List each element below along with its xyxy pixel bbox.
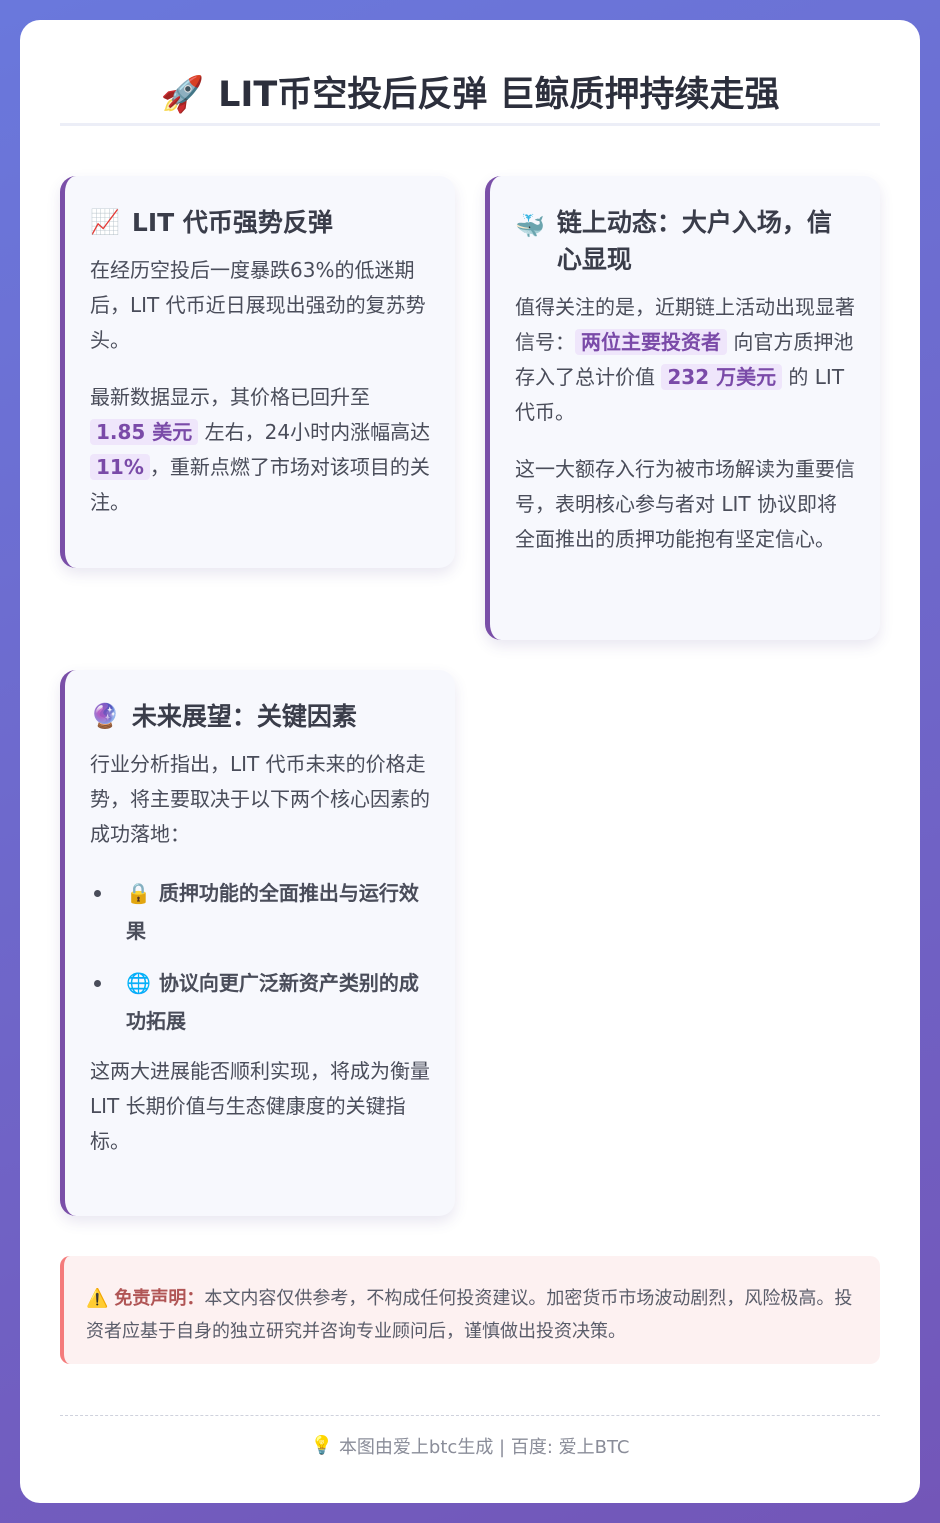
- section-title: 🐳 链上动态：大户入场，信心显现: [515, 204, 856, 278]
- chart-up-icon: 📈: [90, 208, 120, 236]
- highlight-amount: 232 万美元: [661, 364, 783, 390]
- rocket-icon: 🚀: [160, 75, 205, 115]
- footer: 💡 本图由爱上btc生成 | 百度: 爱上BTC: [60, 1415, 880, 1475]
- whale-icon: 🐳: [515, 212, 545, 240]
- section-outlook: 🔮 未来展望：关键因素 行业分析指出，LIT 代币未来的价格走势，将主要取决于以…: [60, 670, 455, 1216]
- disclaimer-label: 免责声明：: [114, 1288, 205, 1309]
- section-title-text: 未来展望：关键因素: [131, 702, 357, 731]
- list-item: 🔒 质押功能的全面推出与运行效果: [90, 874, 431, 950]
- list-item-text: 协议向更广泛新资产类别的成功拓展: [126, 971, 419, 1033]
- text-fragment: 左右，24小时内涨幅高达: [198, 420, 431, 444]
- warning-icon: ⚠️: [86, 1288, 109, 1309]
- section-title-text: LIT 代币强势反弹: [131, 208, 333, 237]
- section-title: 📈 LIT 代币强势反弹: [90, 204, 431, 241]
- section-price-rebound: 📈 LIT 代币强势反弹 在经历空投后一度暴跌63%的低迷期后，LIT 代币近日…: [60, 176, 455, 568]
- lock-icon: 🔒: [126, 881, 151, 905]
- crystal-ball-icon: 🔮: [90, 702, 120, 730]
- section-paragraph: 这一大额存入行为被市场解读为重要信号，表明核心参与者对 LIT 协议即将全面推出…: [515, 457, 855, 551]
- page-title: 🚀 LIT币空投后反弹 巨鲸质押持续走强: [161, 66, 780, 117]
- disclaimer-box: ⚠️ 免责声明：本文内容仅供参考，不构成任何投资建议。加密货币市场波动剧烈，风险极…: [60, 1256, 880, 1364]
- list-item-text: 质押功能的全面推出与运行效果: [126, 881, 419, 943]
- section-title: 🔮 未来展望：关键因素: [90, 698, 431, 735]
- text-fragment: 最新数据显示，其价格已回升至: [90, 385, 370, 409]
- section-paragraph: 行业分析指出，LIT 代币未来的价格走势，将主要取决于以下两个核心因素的成功落地…: [90, 752, 430, 846]
- section-paragraph: 最新数据显示，其价格已回升至 1.85 美元 左右，24小时内涨幅高达 11%，…: [90, 380, 431, 520]
- section-paragraph: 这两大进展能否顺利实现，将成为衡量 LIT 长期价值与生态健康度的关键指标。: [90, 1059, 430, 1153]
- factor-list: 🔒 质押功能的全面推出与运行效果 🌐 协议向更广泛新资产类别的成功拓展: [90, 874, 431, 1040]
- section-onchain: 🐳 链上动态：大户入场，信心显现 值得关注的是，近期链上活动出现显著信号： 两位主…: [485, 176, 880, 640]
- lightbulb-icon: 💡: [310, 1435, 333, 1456]
- highlight-percent: 11%: [90, 454, 150, 480]
- highlight-price: 1.85 美元: [90, 419, 199, 445]
- page-title-text: LIT币空投后反弹 巨鲸质押持续走强: [218, 75, 780, 115]
- section-paragraph: 值得关注的是，近期链上活动出现显著信号： 两位主要投资者 向官方质押池存入了总计价…: [515, 290, 856, 430]
- highlight-investors: 两位主要投资者: [575, 329, 727, 355]
- globe-icon: 🌐: [126, 971, 151, 995]
- footer-text: 本图由爱上btc生成 | 百度: 爱上BTC: [338, 1436, 630, 1458]
- section-title-text: 链上动态：大户入场，信心显现: [556, 208, 832, 274]
- section-paragraph: 在经历空投后一度暴跌63%的低迷期后，LIT 代币近日展现出强劲的复苏势头。: [90, 258, 426, 352]
- page-header: 🚀 LIT币空投后反弹 巨鲸质押持续走强: [60, 60, 880, 126]
- infographic-card: 🚀 LIT币空投后反弹 巨鲸质押持续走强 📈 LIT 代币强势反弹 在经历空投后一…: [20, 20, 920, 1503]
- list-item: 🌐 协议向更广泛新资产类别的成功拓展: [90, 964, 431, 1040]
